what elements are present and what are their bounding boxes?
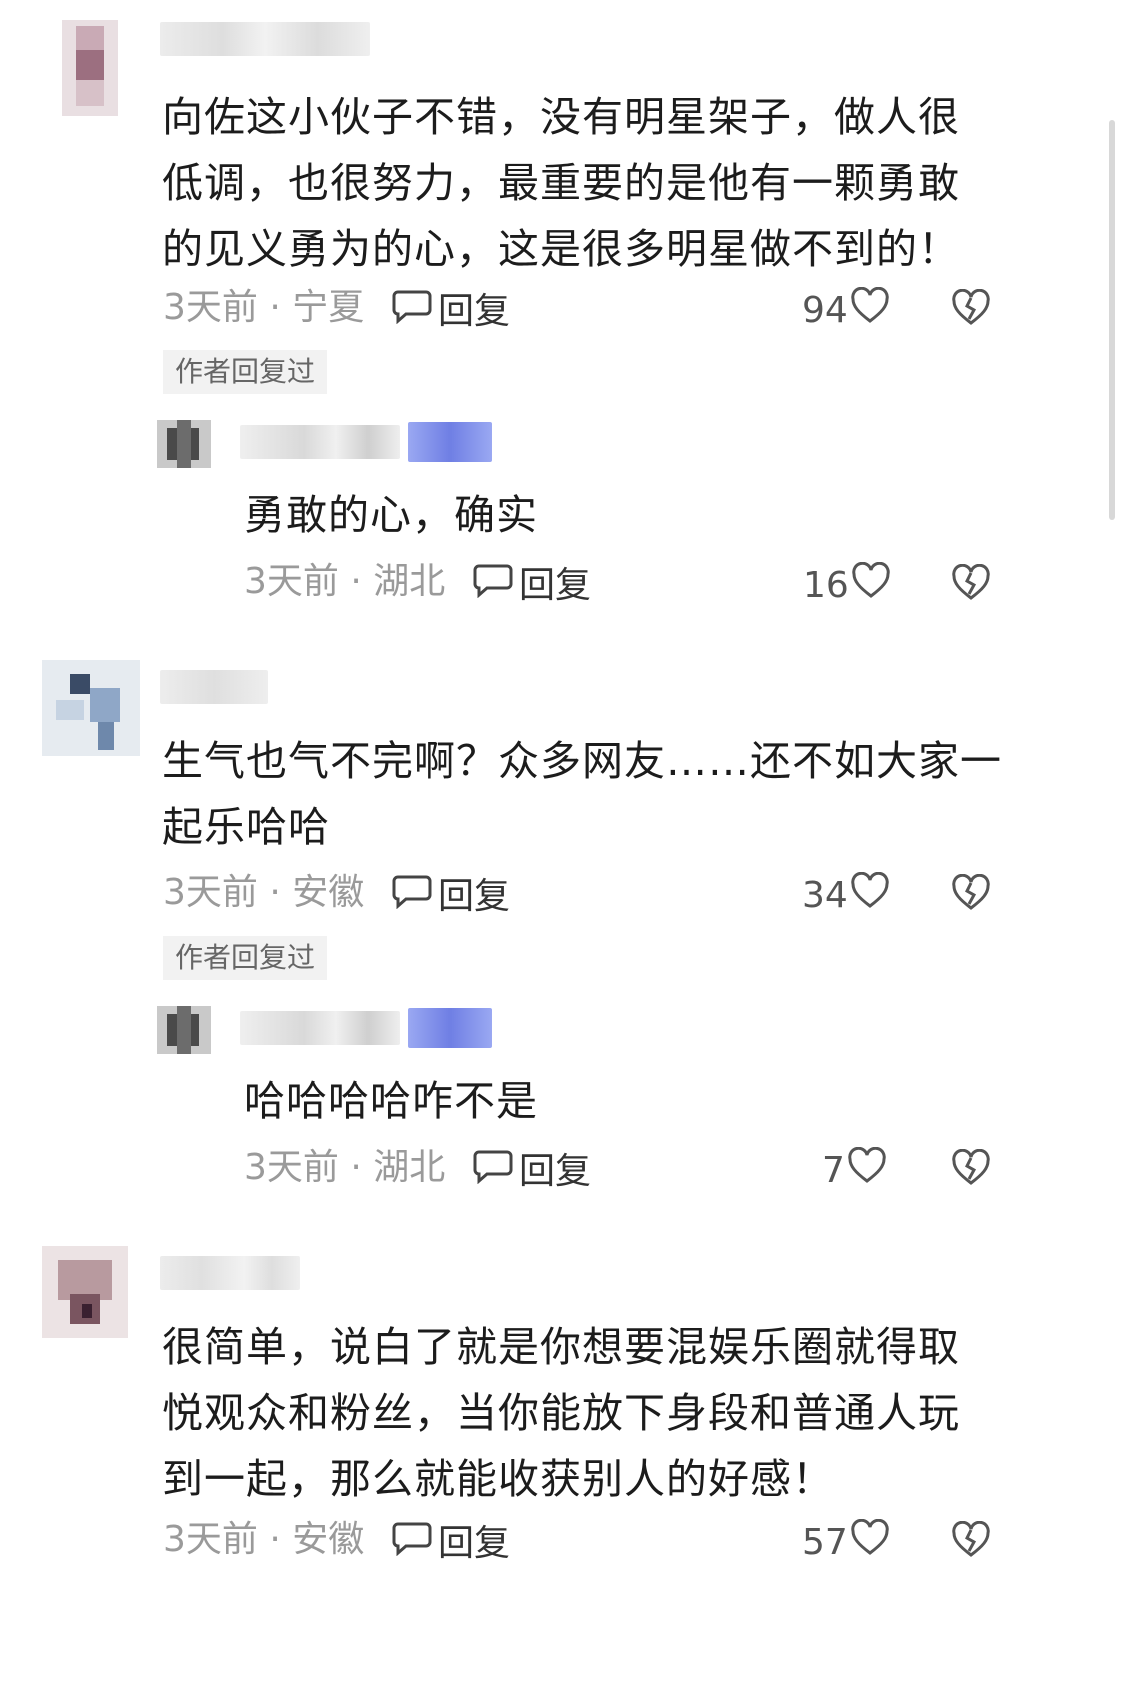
like-button[interactable]: 7	[822, 1145, 887, 1195]
dislike-button[interactable]	[946, 1145, 996, 1195]
author-replied-tag: 作者回复过	[163, 936, 328, 980]
reply-meta: 3天前 · 湖北	[244, 561, 446, 602]
author-replied-tag: 作者回复过	[163, 350, 328, 394]
avatar[interactable]	[157, 420, 211, 468]
comment-bubble-icon	[473, 558, 519, 607]
broken-heart-icon	[951, 288, 991, 331]
reply-label: 回复	[438, 876, 511, 917]
reply-label: 回复	[519, 565, 592, 606]
broken-heart-icon	[951, 1520, 991, 1563]
comment-meta: 3天前 · 安徽	[163, 872, 365, 913]
reply-button[interactable]: 回复	[392, 283, 510, 333]
heart-icon	[845, 1146, 887, 1194]
heart-icon	[848, 286, 890, 334]
avatar[interactable]	[157, 1006, 211, 1054]
heart-icon	[848, 1518, 890, 1566]
username-blurred[interactable]	[240, 1011, 400, 1045]
like-count: 16	[803, 564, 849, 606]
username-blurred[interactable]	[160, 1256, 300, 1290]
reply-button[interactable]: 回复	[392, 1515, 510, 1565]
avatar[interactable]	[42, 1246, 128, 1338]
reply-text: 哈哈哈哈咋不是	[244, 1077, 538, 1125]
avatar[interactable]	[62, 20, 118, 116]
username-blurred[interactable]	[160, 670, 268, 704]
comment-text: 生气也气不完啊？众多网友……还不如大家一起乐哈哈	[162, 737, 1002, 851]
comment-meta: 3天前 · 宁夏	[163, 287, 365, 328]
broken-heart-icon	[951, 563, 991, 606]
broken-heart-icon	[951, 873, 991, 916]
heart-icon	[849, 561, 891, 609]
comment-text: 很简单，说白了就是你想要混娱乐圈就得取悦观众和粉丝，当你能放下身段和普通人玩到一…	[162, 1323, 960, 1503]
username-blurred[interactable]	[160, 22, 370, 56]
dislike-button[interactable]	[946, 285, 996, 335]
comment-bubble-icon	[392, 1516, 438, 1565]
reply-label: 回复	[519, 1151, 592, 1192]
comment-bubble-icon	[392, 869, 438, 918]
reply-button[interactable]: 回复	[473, 1143, 591, 1193]
comment-text: 向佐这小伙子不错，没有明星架子，做人很低调，也很努力，最重要的是他有一颗勇敢的见…	[162, 93, 960, 273]
comment-bubble-icon	[473, 1144, 519, 1193]
dislike-button[interactable]	[946, 1517, 996, 1567]
comment-bubble-icon	[392, 284, 438, 333]
dislike-button[interactable]	[946, 560, 996, 610]
like-count: 34	[802, 874, 848, 916]
avatar[interactable]	[42, 660, 140, 756]
like-button[interactable]: 34	[802, 870, 890, 920]
username-blurred[interactable]	[240, 425, 400, 459]
reply-label: 回复	[438, 291, 511, 332]
like-button[interactable]: 57	[802, 1517, 890, 1567]
author-badge-blurred	[408, 422, 492, 462]
reply-button[interactable]: 回复	[473, 557, 591, 607]
comment-meta: 3天前 · 安徽	[163, 1519, 365, 1560]
dislike-button[interactable]	[946, 870, 996, 920]
like-button[interactable]: 16	[803, 560, 891, 610]
broken-heart-icon	[951, 1148, 991, 1191]
like-count: 57	[802, 1521, 848, 1563]
scrollbar[interactable]	[1109, 120, 1115, 520]
author-badge-blurred	[408, 1008, 492, 1048]
reply-button[interactable]: 回复	[392, 868, 510, 918]
reply-label: 回复	[438, 1523, 511, 1564]
heart-icon	[848, 871, 890, 919]
like-count: 94	[802, 289, 848, 331]
reply-text: 勇敢的心，确实	[244, 491, 538, 539]
like-count: 7	[822, 1149, 845, 1191]
reply-meta: 3天前 · 湖北	[244, 1147, 446, 1188]
like-button[interactable]: 94	[802, 285, 890, 335]
